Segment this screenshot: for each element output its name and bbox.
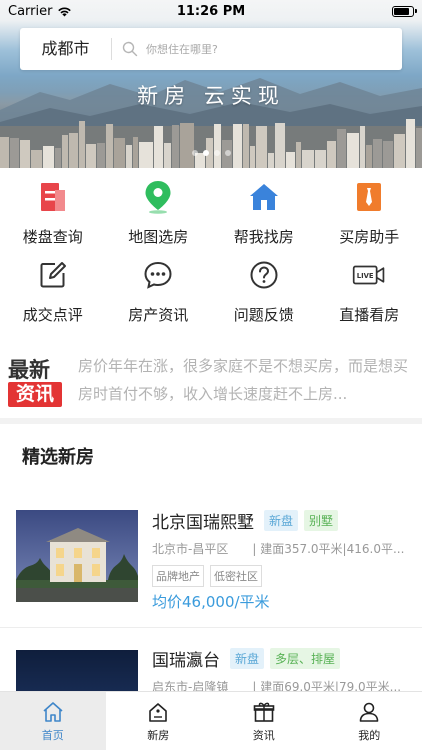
- skyline-building: [406, 119, 415, 168]
- house-name: 北京国瑞熙墅: [152, 512, 254, 533]
- section-title: 精选新房: [22, 447, 94, 468]
- app-screen: 新房 云实现 Carrier 11:26 PM 成都市 你想住在哪里? 楼盘查询…: [0, 0, 422, 750]
- func-property-news[interactable]: 房产资讯: [106, 258, 212, 336]
- news-logo-top: 最新: [8, 358, 50, 382]
- house-location: 北京市-昌平区: [152, 542, 229, 556]
- house-listing-item[interactable]: 北京国瑞熙墅 新盘 别墅 北京市-昌平区 | 建面357.0平米|416.0平.…: [0, 508, 422, 638]
- tab-bar: 首页 新房 资讯 我的: [0, 691, 422, 750]
- edit-icon: [36, 258, 70, 292]
- func-label: 买房助手: [339, 228, 400, 246]
- skyline-building: [106, 124, 113, 168]
- function-grid: 楼盘查询 地图选房 帮我找房 买房助手 成交点评 房产资讯 问题反馈 LIVE …: [0, 180, 422, 336]
- gift-news-icon: [253, 702, 275, 722]
- battery-icon: [392, 5, 417, 17]
- skyline-building: [86, 144, 96, 168]
- list-separator: [0, 627, 422, 628]
- carousel-dot[interactable]: [191, 150, 198, 156]
- question-icon: [247, 258, 281, 292]
- banner-carousel[interactable]: 新房 云实现: [0, 0, 422, 168]
- profile-icon: [359, 702, 379, 722]
- chat-bubble-icon: [141, 258, 175, 292]
- news-headline[interactable]: 房价年年在涨，很多家庭不是不想买房，而是想买房时首付不够，收入增长速度赶不上房.…: [78, 352, 408, 410]
- section-divider: [0, 418, 422, 424]
- news-logo-bottom: 资讯: [8, 382, 62, 407]
- skyline-building: [172, 125, 179, 168]
- func-find-house[interactable]: 帮我找房: [211, 180, 317, 258]
- house-area: | 建面357.0平米|416.0平...: [252, 542, 405, 556]
- func-deal-review[interactable]: 成交点评: [0, 258, 106, 336]
- tab-news[interactable]: 资讯: [211, 692, 317, 750]
- tab-label: 我的: [358, 729, 381, 742]
- carousel-dot[interactable]: [224, 150, 231, 156]
- search-input[interactable]: [146, 42, 386, 56]
- carrier-label: Carrier: [8, 3, 53, 19]
- tag-type: 别墅: [304, 509, 339, 531]
- tab-label: 资讯: [252, 729, 275, 742]
- skyline-building: [256, 126, 267, 168]
- skyline-building: [366, 145, 372, 168]
- tab-new-house[interactable]: 新房: [106, 692, 212, 750]
- tag-new: 新盘: [230, 647, 265, 669]
- carousel-dots: [0, 150, 422, 156]
- new-house-tag-icon: [149, 703, 168, 722]
- tab-label: 首页: [41, 729, 64, 742]
- tag-type: 多层、排屋: [270, 647, 341, 669]
- func-label: 房产资讯: [128, 306, 189, 324]
- wifi-icon: [58, 6, 72, 16]
- map-pin-icon: [141, 180, 175, 214]
- skyline-building: [233, 124, 242, 168]
- house-photo: [16, 510, 138, 602]
- skyline-building: [79, 121, 85, 168]
- city-selector[interactable]: 成都市: [20, 38, 112, 60]
- house-icon: [247, 180, 281, 214]
- skyline-building: [180, 123, 194, 168]
- func-label: 成交点评: [22, 306, 83, 324]
- func-feedback[interactable]: 问题反馈: [211, 258, 317, 336]
- skyline-building: [243, 124, 249, 168]
- banner-slogan: 新房 云实现: [137, 84, 285, 108]
- assistant-tie-icon: [352, 180, 386, 214]
- svg-text:LIVE: LIVE: [357, 272, 374, 280]
- skyline-building: [360, 126, 365, 168]
- house-info: 北京国瑞熙墅 新盘 别墅 北京市-昌平区 | 建面357.0平米|416.0平.…: [152, 508, 412, 612]
- skyline-building: [154, 126, 163, 168]
- skyline-building: [275, 123, 285, 168]
- news-logo: 最新 资讯: [8, 352, 70, 410]
- skyline-building: [214, 124, 221, 168]
- search-bar[interactable]: 成都市: [20, 28, 402, 70]
- house-name: 国瑞瀛台: [152, 650, 220, 671]
- search-icon: [122, 41, 138, 57]
- building-list-icon: [36, 180, 70, 214]
- tab-home[interactable]: 首页: [0, 692, 106, 750]
- house-price: 均价46,000/平米: [152, 593, 270, 611]
- battery-level: [394, 7, 410, 15]
- func-map-search[interactable]: 地图选房: [106, 180, 212, 258]
- skyline-building: [126, 145, 132, 168]
- skyline-building: [416, 128, 422, 168]
- news-ticker[interactable]: 最新 资讯 房价年年在涨，很多家庭不是不想买房，而是想买房时首付不够，收入增长速…: [0, 346, 422, 416]
- live-camera-icon: LIVE: [352, 258, 386, 292]
- house-info: 国瑞瀛台 新盘 多层、排屋 启东市-启隆镇 | 建面69.0平米|79.0平米.…: [152, 646, 412, 695]
- feature-tag: 低密社区: [210, 565, 262, 587]
- func-label: 问题反馈: [233, 306, 294, 324]
- carousel-dot[interactable]: [213, 150, 220, 156]
- tag-new: 新盘: [264, 509, 299, 531]
- home-icon: [43, 702, 63, 722]
- func-label: 帮我找房: [233, 228, 294, 246]
- func-label: 地图选房: [128, 228, 189, 246]
- func-label: 楼盘查询: [22, 228, 83, 246]
- func-live-tour[interactable]: LIVE 直播看房: [317, 258, 422, 336]
- tab-label: 新房: [147, 729, 170, 742]
- feature-tag: 品牌地产: [152, 565, 204, 587]
- status-bar: Carrier 11:26 PM: [0, 0, 422, 22]
- carousel-dot-active[interactable]: [202, 150, 209, 156]
- func-building-search[interactable]: 楼盘查询: [0, 180, 106, 258]
- func-label: 直播看房: [339, 306, 400, 324]
- tab-profile[interactable]: 我的: [317, 692, 422, 750]
- func-buy-assistant[interactable]: 买房助手: [317, 180, 422, 258]
- skyline-building: [337, 129, 346, 168]
